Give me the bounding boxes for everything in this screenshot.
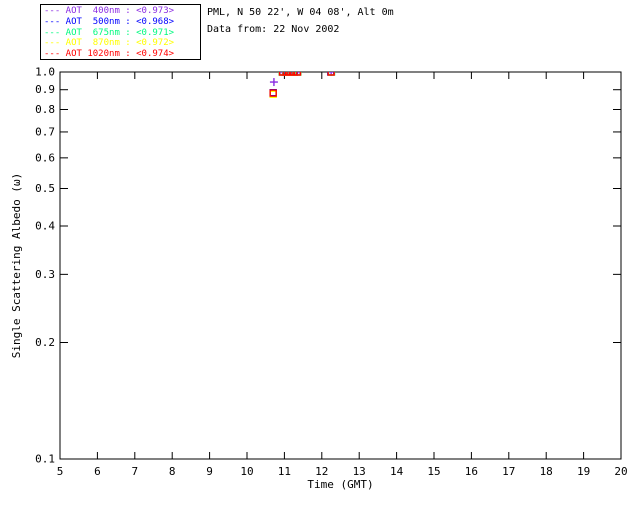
legend: --- AOT 400nm : <0.973> --- AOT 500nm : <… [40,4,201,60]
y-tick-label: 0.3 [35,268,55,281]
y-tick-label: 0.4 [35,220,55,233]
x-tick-label: 13 [353,465,366,478]
y-tick-label: 0.1 [35,453,55,466]
x-tick-label: 5 [57,465,64,478]
x-tick-label: 18 [540,465,553,478]
y-tick-label: 0.9 [35,83,55,96]
legend-item: --- AOT 400nm : <0.973> [44,6,175,16]
y-axis-title: Single Scattering Albedo (ω) [10,173,23,358]
plot-header: PML, N 50 22', W 04 08', Alt 0m Data fro… [207,4,394,38]
x-tick-label: 16 [465,465,478,478]
x-tick-label: 19 [577,465,590,478]
x-tick-label: 7 [131,465,138,478]
x-tick-label: 15 [427,465,440,478]
data-date: Data from: 22 Nov 2002 [207,24,340,35]
y-tick-label: 0.6 [35,151,55,164]
x-tick-label: 12 [315,465,328,478]
y-tick-label: 0.8 [35,103,55,116]
x-tick-label: 8 [169,465,176,478]
series-aot-400nm [269,72,336,87]
series-aot-1020nm [269,72,335,97]
station-info: PML, N 50 22', W 04 08', Alt 0m [207,7,394,18]
x-tick-label: 11 [278,465,291,478]
chart-canvas: 5 6 7 8 9 10 11 12 13 14 15 16 17 18 19 20 1.0 0.9 0.8 0.7 0… [10,66,628,492]
x-tick-label: 10 [240,465,253,478]
y-tick-label: 0.5 [35,182,55,195]
plot-frame [59,71,622,460]
y-tick-label: 1.0 [35,66,55,79]
x-tick-label: 9 [206,465,213,478]
x-axis-title: Time (GMT) [307,478,373,491]
legend-item: --- AOT 1020nm : <0.974> [44,49,175,60]
legend-item: --- AOT 675nm : <0.971> [44,27,175,38]
y-tick-label: 0.2 [35,336,55,349]
y-tick-label: 0.7 [35,125,55,138]
x-tick-label: 14 [390,465,404,478]
x-tick-label: 20 [614,465,627,478]
plot-page: { "header": { "line1": "PML, N 50 22', W… [0,0,640,512]
x-tick-label: 6 [94,465,101,478]
x-tick-label: 17 [502,465,515,478]
legend-item: --- AOT 500nm : <0.968> [44,16,175,27]
legend-item: --- AOT 870nm : <0.972> [44,38,175,49]
